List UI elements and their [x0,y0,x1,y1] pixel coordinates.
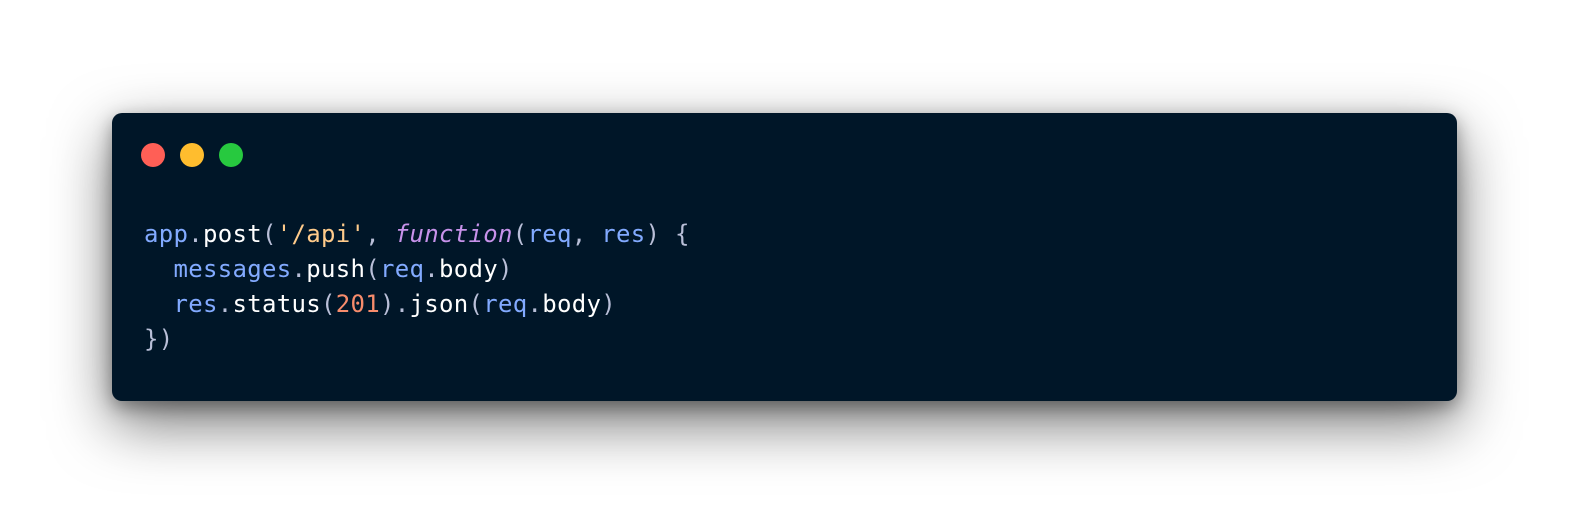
code-token: ) [601,290,616,318]
code-token: , [365,220,395,248]
code-token: 201 [335,290,380,318]
code-token: res [601,220,646,248]
close-dot-icon[interactable] [141,143,165,167]
code-token: body [542,290,602,318]
code-token: . [424,255,439,283]
code-token: ( [321,290,336,318]
code-token: messages [173,255,292,283]
code-line: res.status(201).json(req.body) [144,287,690,322]
window-controls [141,143,243,167]
code-token: . [291,255,307,283]
code-window: app.post('/api', function(req, res) { me… [112,113,1457,401]
code-token: . [188,220,203,248]
code-line: }) [144,322,690,357]
code-line: messages.push(req.body) [144,252,690,287]
code-token: function [394,220,513,248]
code-token: ) [498,255,513,283]
code-token: status [232,290,321,318]
code-token: ( [262,220,277,248]
code-token: ). [380,290,410,318]
code-token: body [439,255,498,283]
code-token: res [173,290,218,318]
code-token: req [483,290,528,318]
code-token: '/api' [276,220,366,248]
minimize-dot-icon[interactable] [180,143,204,167]
code-token: . [527,290,543,318]
code-token: . [217,290,233,318]
code-token: req [527,220,572,248]
code-token: ( [365,255,380,283]
code-token: }) [144,325,174,353]
code-block: app.post('/api', function(req, res) { me… [144,217,690,357]
code-token: json [409,290,469,318]
code-line: app.post('/api', function(req, res) { [144,217,690,252]
code-token: push [306,255,366,283]
code-token: app [144,220,189,248]
code-token: ( [512,220,528,248]
code-token: req [380,255,425,283]
code-token: ( [468,290,484,318]
code-token: post [203,220,262,248]
code-token: , [571,220,602,248]
code-token: ) { [645,220,690,248]
maximize-dot-icon[interactable] [219,143,243,167]
